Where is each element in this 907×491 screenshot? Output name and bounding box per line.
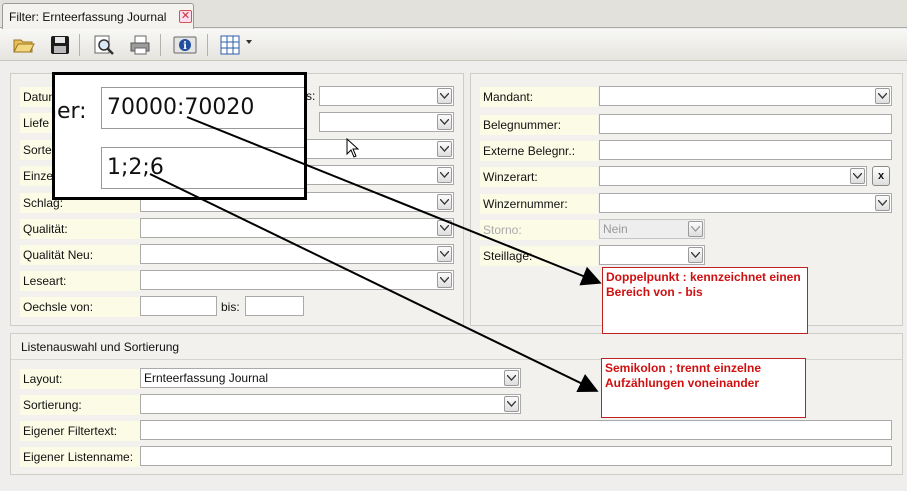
arrow-doppelpunkt (186, 116, 602, 286)
annotation-semikolon: Semikolon ; trennt einzelne Aufzählungen… (601, 358, 806, 418)
arrow-semikolon (149, 173, 599, 393)
annotation-doppelpunkt: Doppelpunkt : kennzeichnet einen Bereich… (602, 267, 808, 334)
